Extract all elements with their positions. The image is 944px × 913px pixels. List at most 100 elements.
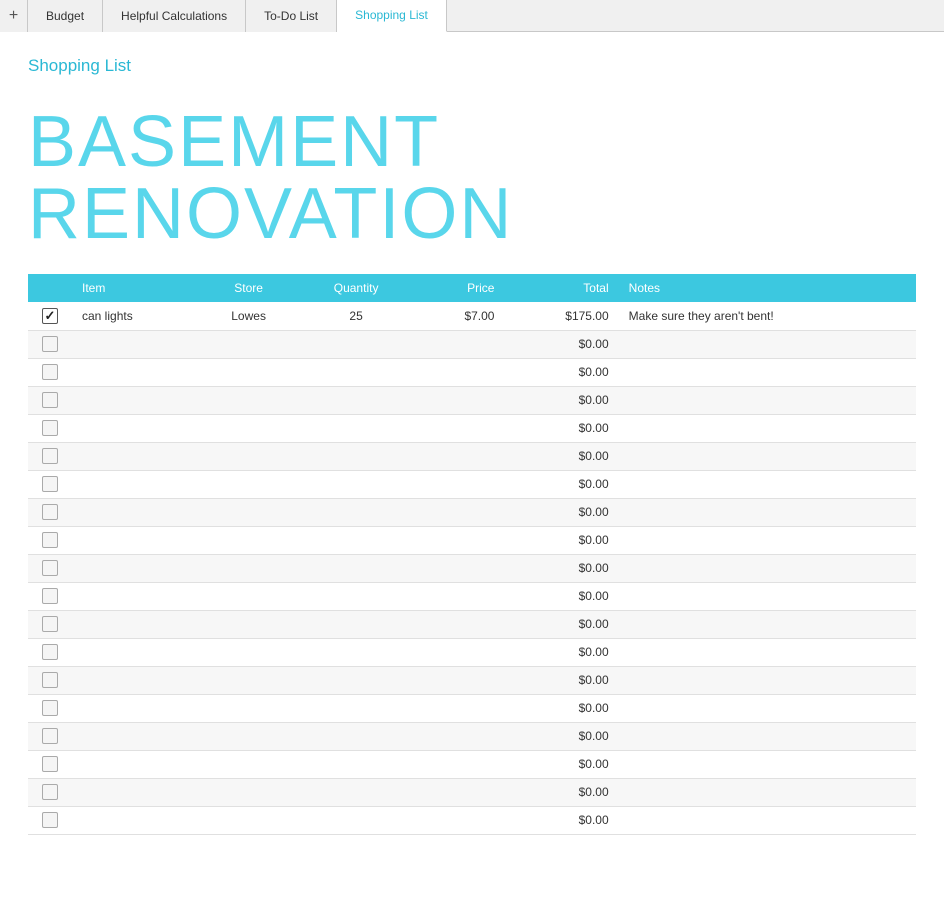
table-row: $0.00 bbox=[28, 806, 916, 834]
checkbox-cell[interactable] bbox=[28, 386, 72, 414]
checkbox-cell[interactable] bbox=[28, 750, 72, 778]
checkbox-cell[interactable] bbox=[28, 582, 72, 610]
price-cell bbox=[414, 554, 504, 582]
table-row: can lightsLowes25$7.00$175.00Make sure t… bbox=[28, 302, 916, 330]
table-row: $0.00 bbox=[28, 498, 916, 526]
price-cell bbox=[414, 750, 504, 778]
row-checkbox[interactable] bbox=[42, 448, 58, 464]
checkbox-cell[interactable] bbox=[28, 694, 72, 722]
store-cell bbox=[199, 526, 298, 554]
quantity-cell bbox=[298, 610, 415, 638]
price-cell bbox=[414, 526, 504, 554]
price-cell: $7.00 bbox=[414, 302, 504, 330]
table-row: $0.00 bbox=[28, 526, 916, 554]
quantity-cell bbox=[298, 722, 415, 750]
tab-budget[interactable]: Budget bbox=[28, 0, 103, 32]
row-checkbox[interactable] bbox=[42, 672, 58, 688]
row-checkbox[interactable] bbox=[42, 644, 58, 660]
checkbox-cell[interactable] bbox=[28, 610, 72, 638]
row-checkbox[interactable] bbox=[42, 728, 58, 744]
checkbox-cell[interactable] bbox=[28, 442, 72, 470]
notes-cell: Make sure they aren't bent! bbox=[619, 302, 916, 330]
column-header-total: Total bbox=[504, 274, 618, 302]
row-checkbox[interactable] bbox=[42, 756, 58, 772]
checkbox-cell[interactable] bbox=[28, 778, 72, 806]
tab-shopping-list[interactable]: Shopping List bbox=[337, 0, 447, 32]
price-cell bbox=[414, 470, 504, 498]
checkbox-cell[interactable] bbox=[28, 414, 72, 442]
checkbox-cell[interactable] bbox=[28, 302, 72, 330]
total-cell: $0.00 bbox=[504, 638, 618, 666]
total-cell: $0.00 bbox=[504, 358, 618, 386]
row-checkbox[interactable] bbox=[42, 588, 58, 604]
row-checkbox[interactable] bbox=[42, 308, 58, 324]
add-tab-button[interactable]: + bbox=[0, 0, 28, 32]
column-header-notes: Notes bbox=[619, 274, 916, 302]
store-cell bbox=[199, 610, 298, 638]
row-checkbox[interactable] bbox=[42, 504, 58, 520]
checkbox-cell[interactable] bbox=[28, 470, 72, 498]
store-cell bbox=[199, 554, 298, 582]
checkbox-cell[interactable] bbox=[28, 526, 72, 554]
row-checkbox[interactable] bbox=[42, 364, 58, 380]
notes-cell bbox=[619, 582, 916, 610]
notes-cell bbox=[619, 526, 916, 554]
table-row: $0.00 bbox=[28, 638, 916, 666]
notes-cell bbox=[619, 750, 916, 778]
row-checkbox[interactable] bbox=[42, 784, 58, 800]
quantity-cell bbox=[298, 554, 415, 582]
total-cell: $0.00 bbox=[504, 666, 618, 694]
item-cell bbox=[72, 582, 199, 610]
checkbox-cell[interactable] bbox=[28, 554, 72, 582]
tab-helpful-calculations[interactable]: Helpful Calculations bbox=[103, 0, 246, 32]
row-checkbox[interactable] bbox=[42, 336, 58, 352]
total-cell: $0.00 bbox=[504, 694, 618, 722]
table-row: $0.00 bbox=[28, 330, 916, 358]
item-cell bbox=[72, 610, 199, 638]
row-checkbox[interactable] bbox=[42, 616, 58, 632]
total-cell: $0.00 bbox=[504, 806, 618, 834]
quantity-cell bbox=[298, 386, 415, 414]
row-checkbox[interactable] bbox=[42, 392, 58, 408]
notes-cell bbox=[619, 778, 916, 806]
store-cell bbox=[199, 806, 298, 834]
row-checkbox[interactable] bbox=[42, 700, 58, 716]
item-cell bbox=[72, 470, 199, 498]
price-cell bbox=[414, 330, 504, 358]
column-header-item: Item bbox=[72, 274, 199, 302]
row-checkbox[interactable] bbox=[42, 420, 58, 436]
checkbox-cell[interactable] bbox=[28, 358, 72, 386]
quantity-cell bbox=[298, 526, 415, 554]
total-cell: $0.00 bbox=[504, 330, 618, 358]
notes-cell bbox=[619, 442, 916, 470]
price-cell bbox=[414, 666, 504, 694]
item-cell bbox=[72, 778, 199, 806]
checkbox-cell[interactable] bbox=[28, 498, 72, 526]
page-content: Shopping List BASEMENT RENOVATION ItemSt… bbox=[0, 32, 944, 859]
checkbox-cell[interactable] bbox=[28, 330, 72, 358]
row-checkbox[interactable] bbox=[42, 560, 58, 576]
tab-to-do-list[interactable]: To-Do List bbox=[246, 0, 337, 32]
price-cell bbox=[414, 582, 504, 610]
store-cell bbox=[199, 778, 298, 806]
total-cell: $175.00 bbox=[504, 302, 618, 330]
table-row: $0.00 bbox=[28, 722, 916, 750]
price-cell bbox=[414, 722, 504, 750]
column-header-store: Store bbox=[199, 274, 298, 302]
price-cell bbox=[414, 386, 504, 414]
store-cell bbox=[199, 666, 298, 694]
quantity-cell bbox=[298, 666, 415, 694]
store-cell bbox=[199, 498, 298, 526]
column-header-quantity: Quantity bbox=[298, 274, 415, 302]
checkbox-cell[interactable] bbox=[28, 806, 72, 834]
row-checkbox[interactable] bbox=[42, 532, 58, 548]
checkbox-cell[interactable] bbox=[28, 638, 72, 666]
row-checkbox[interactable] bbox=[42, 812, 58, 828]
shopping-table: ItemStoreQuantityPriceTotalNotes can lig… bbox=[28, 274, 916, 835]
price-cell bbox=[414, 694, 504, 722]
checkbox-cell[interactable] bbox=[28, 722, 72, 750]
notes-cell bbox=[619, 666, 916, 694]
table-row: $0.00 bbox=[28, 554, 916, 582]
row-checkbox[interactable] bbox=[42, 476, 58, 492]
checkbox-cell[interactable] bbox=[28, 666, 72, 694]
